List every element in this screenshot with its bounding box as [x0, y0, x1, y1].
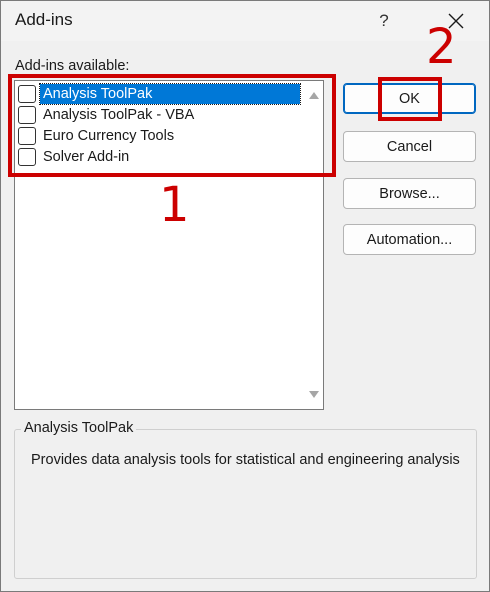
add-ins-available-label: Add-ins available: [15, 58, 130, 74]
add-ins-dialog: Add-ins ? Add-ins available: Analysis To… [0, 0, 490, 592]
cancel-button[interactable]: Cancel [343, 131, 476, 162]
annotation-step-1: 1 [159, 177, 190, 233]
description-title: Analysis ToolPak [21, 420, 137, 436]
browse-button[interactable]: Browse... [343, 178, 476, 209]
automation-button-label: Automation... [366, 231, 453, 248]
help-button[interactable]: ? [369, 7, 399, 35]
annotation-highlight-ok [378, 77, 442, 121]
title-bar: Add-ins ? [1, 1, 489, 41]
dialog-title: Add-ins [15, 10, 73, 29]
description-text: Provides data analysis tools for statist… [31, 452, 460, 468]
scroll-down-icon [309, 391, 319, 398]
cancel-button-label: Cancel [386, 138, 433, 155]
automation-button[interactable]: Automation... [343, 224, 476, 255]
help-icon: ? [379, 11, 389, 30]
scroll-down-button[interactable] [306, 387, 322, 403]
browse-button-label: Browse... [379, 185, 440, 202]
annotation-step-2: 2 [426, 19, 457, 75]
annotation-highlight-listbox [8, 74, 336, 177]
